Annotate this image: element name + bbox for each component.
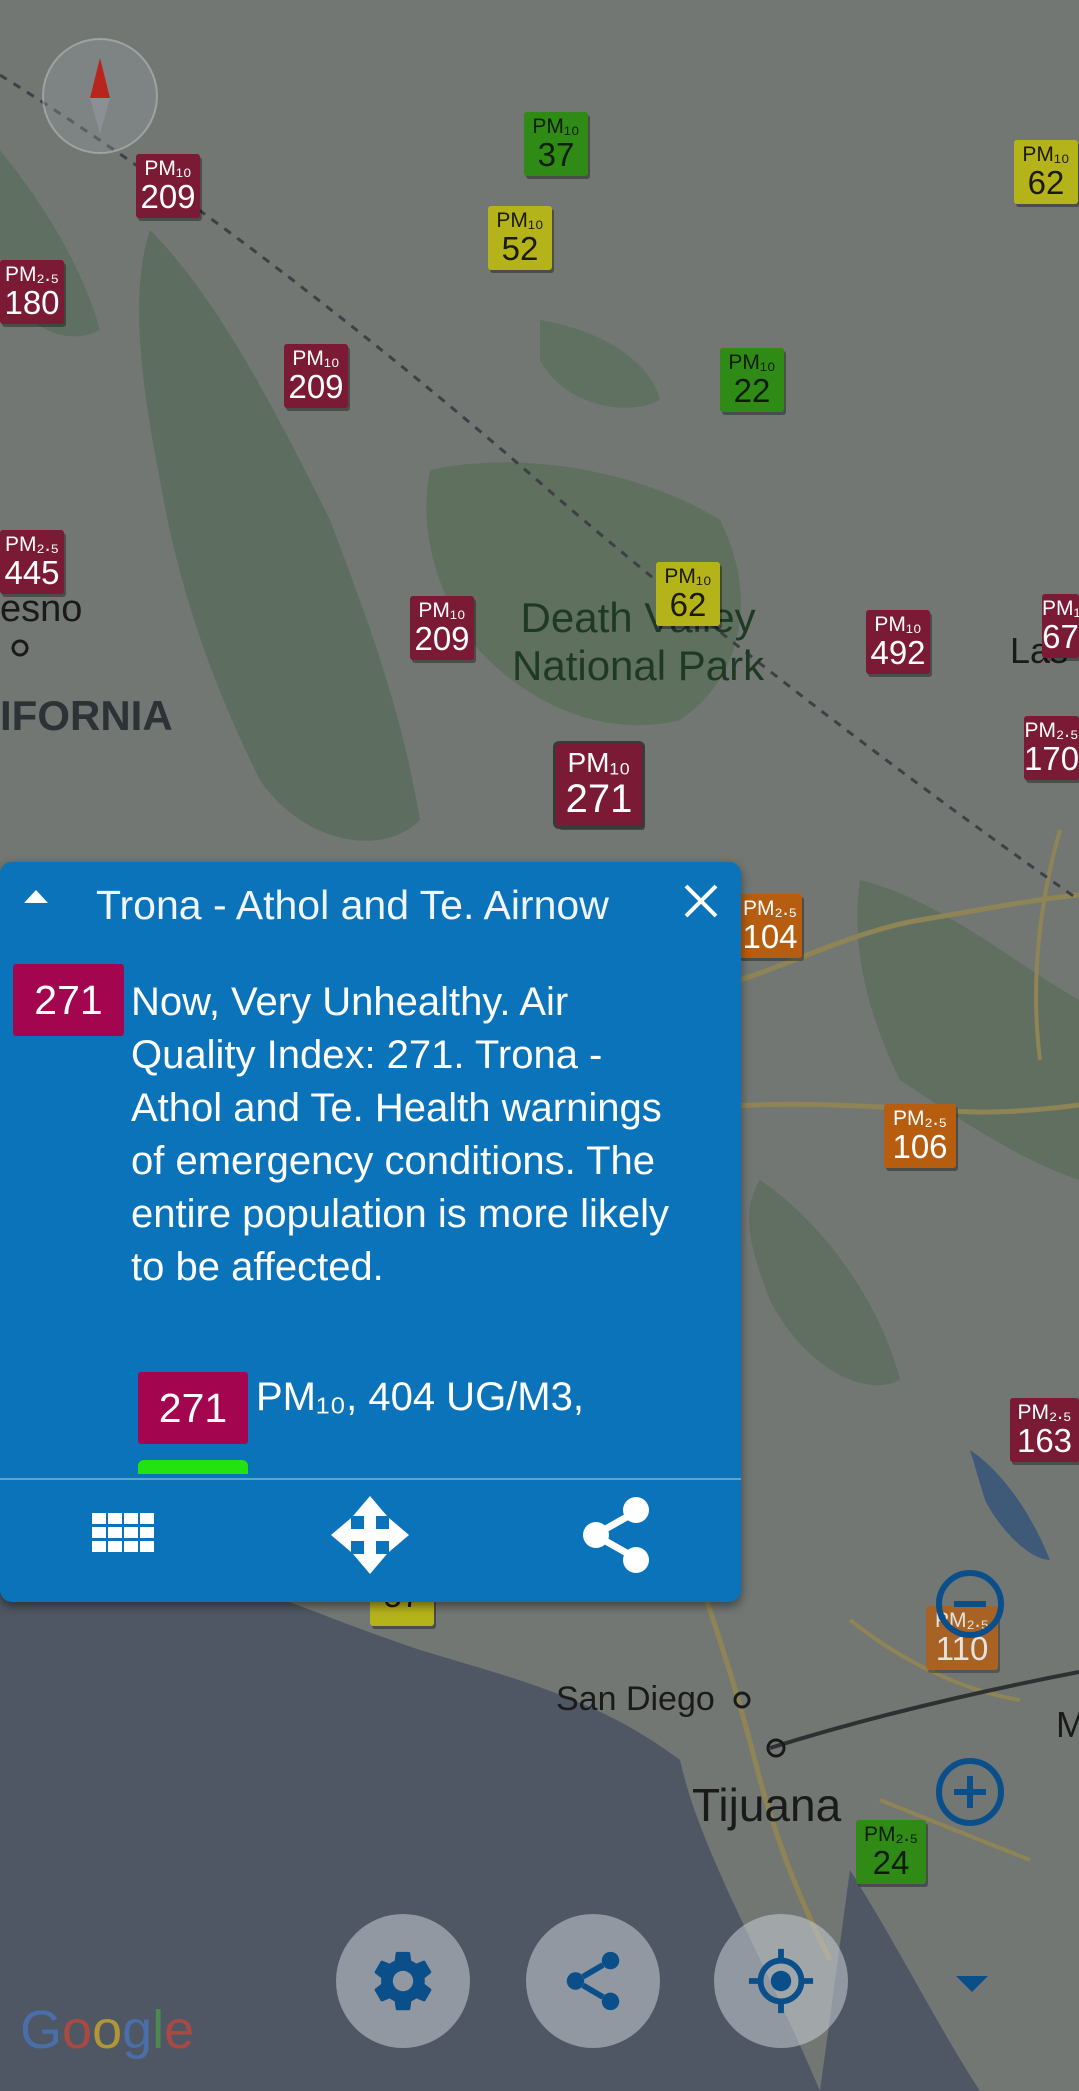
share-map-button[interactable]: [526, 1914, 660, 2048]
station-title: Trona - Athol and Te. Airnow: [96, 882, 609, 928]
marker-pollutant: PM₁₀: [874, 613, 922, 636]
map-label-sandiego: San Diego: [556, 1680, 715, 1718]
marker-pollutant: PM₂.₅: [5, 263, 59, 286]
chevron-up-icon[interactable]: [24, 890, 48, 903]
marker-value: 170: [1024, 740, 1079, 777]
marker[interactable]: PM₂.₅ 24: [856, 1820, 926, 1884]
marker-pollutant: PM₁₀: [292, 347, 340, 370]
marker-pollutant: PM₁₀: [532, 115, 580, 138]
share-icon: [566, 1951, 620, 2011]
marker[interactable]: PM₁₀ 52: [488, 206, 552, 270]
aqi-badge: 271: [13, 964, 124, 1036]
marker[interactable]: PM₁₀ 62: [656, 562, 720, 626]
marker[interactable]: PM₁₀ 62: [1014, 140, 1078, 204]
marker-value: 180: [4, 284, 60, 321]
settings-button[interactable]: [336, 1914, 470, 2048]
chevron-down-icon[interactable]: [942, 1964, 1002, 2004]
map-label-edge: M: [1056, 1704, 1079, 1745]
marker[interactable]: PM₂.₅ 180: [0, 260, 64, 324]
marker[interactable]: PM₁₀ 37: [524, 112, 588, 176]
marker-value: 163: [1016, 1422, 1073, 1459]
zoom-out-icon[interactable]: [930, 1564, 1010, 1644]
marker-value: 22: [733, 372, 771, 409]
marker-pollutant: PM₁₀: [144, 157, 192, 180]
marker-value: 106: [892, 1128, 948, 1165]
map-label-tijuana: Tijuana: [692, 1779, 842, 1831]
marker[interactable]: PM₁₀ 22: [720, 348, 784, 412]
marker-value: 492: [870, 634, 926, 671]
marker-pollutant: PM₂.₅: [1017, 1401, 1072, 1424]
zoom-in-icon[interactable]: [930, 1752, 1010, 1832]
marker-pollutant: PM₂.₅: [864, 1823, 918, 1846]
marker-value: 62: [669, 586, 707, 623]
marker[interactable]: PM₁₀ 209: [410, 596, 474, 660]
marker-pollutant: PM₂.₅: [5, 533, 59, 556]
marker-selected[interactable]: PM₁₀ 271: [556, 744, 642, 826]
map-label-state: IFORNIA: [0, 692, 173, 739]
marker-value: 52: [501, 230, 539, 267]
marker[interactable]: PM₁₀67: [1042, 594, 1079, 658]
marker-value: 209: [414, 620, 470, 657]
marker-value: 445: [4, 554, 60, 591]
marker-value: 104: [742, 918, 798, 955]
marker-pollutant: PM₁₀: [728, 351, 776, 374]
marker-value: 24: [872, 1844, 910, 1881]
my-location-icon: [748, 1948, 814, 2014]
share-icon[interactable]: [562, 1480, 672, 1590]
marker[interactable]: PM₁₀ 209: [284, 344, 348, 408]
marker-pollutant: PM₁₀: [1022, 143, 1070, 166]
marker-value: 209: [140, 178, 196, 215]
reading-text: PM₁₀, 404 UG/M3,: [256, 1375, 584, 1419]
aqi-description: Now, Very Unhealthy. Air Quality Index: …: [131, 980, 670, 1289]
grid-icon[interactable]: [68, 1480, 178, 1590]
marker-pollutant: PM₂.₅: [1024, 719, 1079, 742]
map-label-fresno: esno: [0, 588, 83, 630]
marker-pollutant: PM₁₀: [418, 599, 466, 622]
my-location-button[interactable]: [714, 1914, 848, 2048]
move-icon[interactable]: [315, 1480, 425, 1590]
marker-value: 209: [288, 368, 344, 405]
marker[interactable]: PM₂.₅ 106: [884, 1104, 956, 1168]
google-logo: Google: [20, 2000, 194, 2060]
marker-value: 37: [537, 136, 575, 173]
reading-badge: 271: [138, 1372, 248, 1444]
level-bar: [138, 1460, 248, 1474]
marker-pollutant: PM₁₀: [1042, 597, 1079, 620]
marker[interactable]: PM₂.₅ 104: [738, 894, 802, 958]
park-label-line1: Death Valley: [520, 594, 756, 641]
marker-value: 62: [1027, 164, 1065, 201]
marker-pollutant: PM₁₀: [664, 565, 712, 588]
marker[interactable]: PM₂.₅ 163: [1010, 1398, 1079, 1462]
marker[interactable]: PM₂.₅ 445: [0, 530, 64, 594]
marker-pollutant: PM₂.₅: [743, 897, 797, 920]
close-icon[interactable]: [676, 876, 726, 926]
marker-pollutant: PM₁₀: [567, 747, 631, 778]
marker[interactable]: PM₁₀ 492: [866, 610, 930, 674]
svg-text:Google: Google: [20, 2000, 194, 2060]
marker-pollutant: PM₁₀: [496, 209, 544, 232]
marker-value: 67: [1042, 618, 1079, 655]
park-label-line2: National Park: [512, 642, 765, 689]
marker-pollutant: PM₂.₅: [893, 1107, 947, 1130]
marker[interactable]: PM₂.₅ 170: [1024, 716, 1079, 780]
station-info-panel: Trona - Athol and Te. Airnow 271 Now, Ve…: [0, 862, 741, 1602]
compass-icon[interactable]: [40, 36, 160, 156]
marker-value: 271: [565, 777, 633, 821]
marker[interactable]: PM₁₀ 209: [136, 154, 200, 218]
map-label-park: Death Valley National Park: [512, 594, 764, 690]
gear-icon: [374, 1951, 432, 2011]
